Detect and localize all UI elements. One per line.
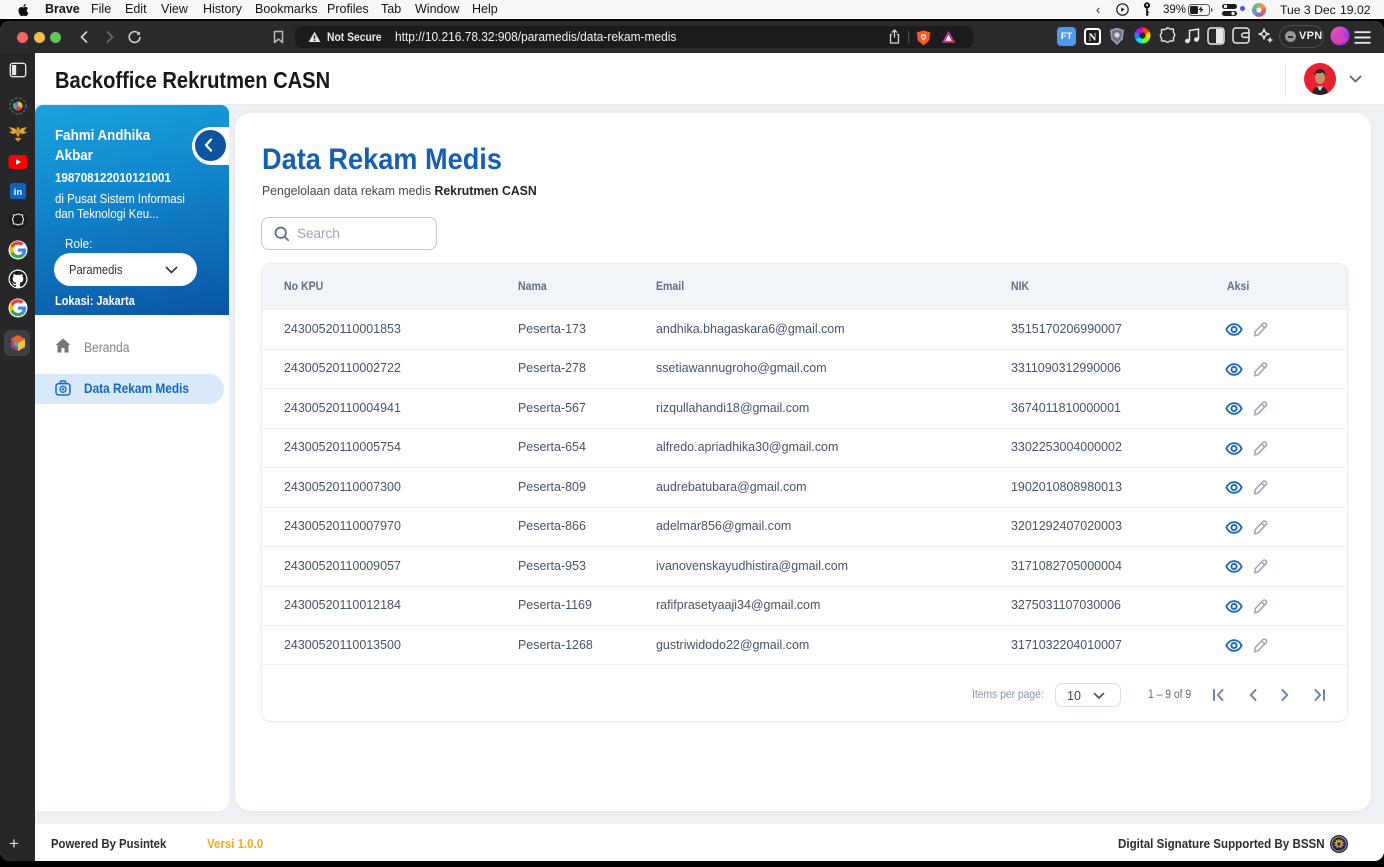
svg-text:N: N [1089,32,1097,44]
svg-text:in: in [13,187,22,198]
